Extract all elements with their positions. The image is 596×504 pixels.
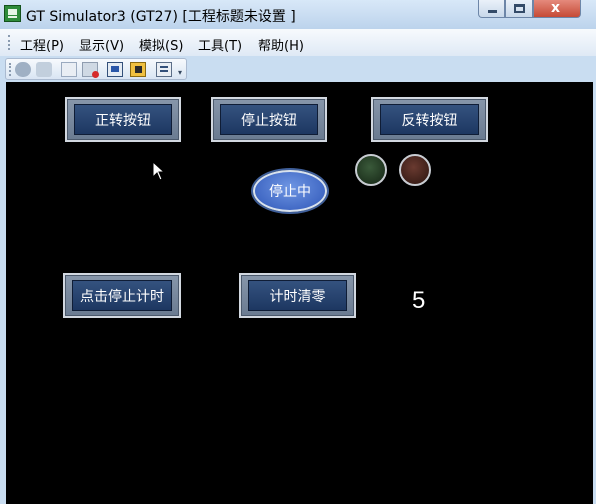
- stop-icon[interactable]: [82, 62, 99, 78]
- toolbar: ▾: [0, 56, 596, 82]
- toolstrip: ▾: [5, 58, 187, 80]
- minimize-button[interactable]: [478, 0, 505, 18]
- menu-grip: [8, 35, 13, 50]
- close-button[interactable]: x: [533, 0, 581, 18]
- stop-timer-button[interactable]: 点击停止计时: [63, 273, 181, 318]
- reload-icon[interactable]: [15, 62, 31, 77]
- stop-timer-button-label: 点击停止计时: [72, 280, 172, 311]
- toolbar-overflow-icon[interactable]: ▾: [178, 68, 182, 77]
- forward-lamp: [355, 154, 387, 186]
- menu-tools[interactable]: 工具(T): [198, 35, 242, 54]
- menu-help[interactable]: 帮助(H): [258, 35, 304, 54]
- stop-button[interactable]: 停止按钮: [211, 97, 327, 142]
- monitor-icon[interactable]: [107, 62, 123, 77]
- forward-button-label: 正转按钮: [74, 104, 172, 135]
- menu-project[interactable]: 工程(P): [20, 35, 64, 54]
- simulator-window: GT Simulator3 (GT27) [工程标题未设置 ] x 工程(P) …: [0, 0, 596, 504]
- maximize-button[interactable]: [505, 0, 533, 18]
- maximize-icon: [514, 4, 525, 13]
- toolbar-grip[interactable]: [9, 63, 13, 76]
- reverse-lamp: [399, 154, 431, 186]
- timer-value: 5: [412, 287, 426, 314]
- app-icon: [4, 5, 21, 22]
- clear-timer-button[interactable]: 计时清零: [239, 273, 356, 318]
- clear-timer-button-label: 计时清零: [248, 280, 347, 311]
- minimize-icon: [488, 10, 497, 13]
- status-indicator: 停止中: [253, 170, 327, 212]
- menu-bar: 工程(P) 显示(V) 模拟(S) 工具(T) 帮助(H): [0, 29, 596, 56]
- window-title: GT Simulator3 (GT27) [工程标题未设置 ]: [26, 9, 296, 25]
- reverse-button[interactable]: 反转按钮: [371, 97, 488, 142]
- stop-button-label: 停止按钮: [220, 104, 318, 135]
- open-icon[interactable]: [36, 62, 52, 77]
- hmi-screen: 正转按钮 停止按钮 反转按钮 停止中 点击停止计时 计时清零 5: [6, 82, 593, 504]
- title-bar[interactable]: GT Simulator3 (GT27) [工程标题未设置 ] x: [0, 0, 596, 29]
- settings-icon[interactable]: [156, 62, 172, 77]
- close-icon: x: [551, 0, 561, 16]
- menu-view[interactable]: 显示(V): [79, 35, 124, 54]
- forward-button[interactable]: 正转按钮: [65, 97, 181, 142]
- menu-simulate[interactable]: 模拟(S): [139, 35, 183, 54]
- page-icon[interactable]: [61, 62, 77, 77]
- reverse-button-label: 反转按钮: [380, 104, 479, 135]
- camera-icon[interactable]: [130, 62, 146, 77]
